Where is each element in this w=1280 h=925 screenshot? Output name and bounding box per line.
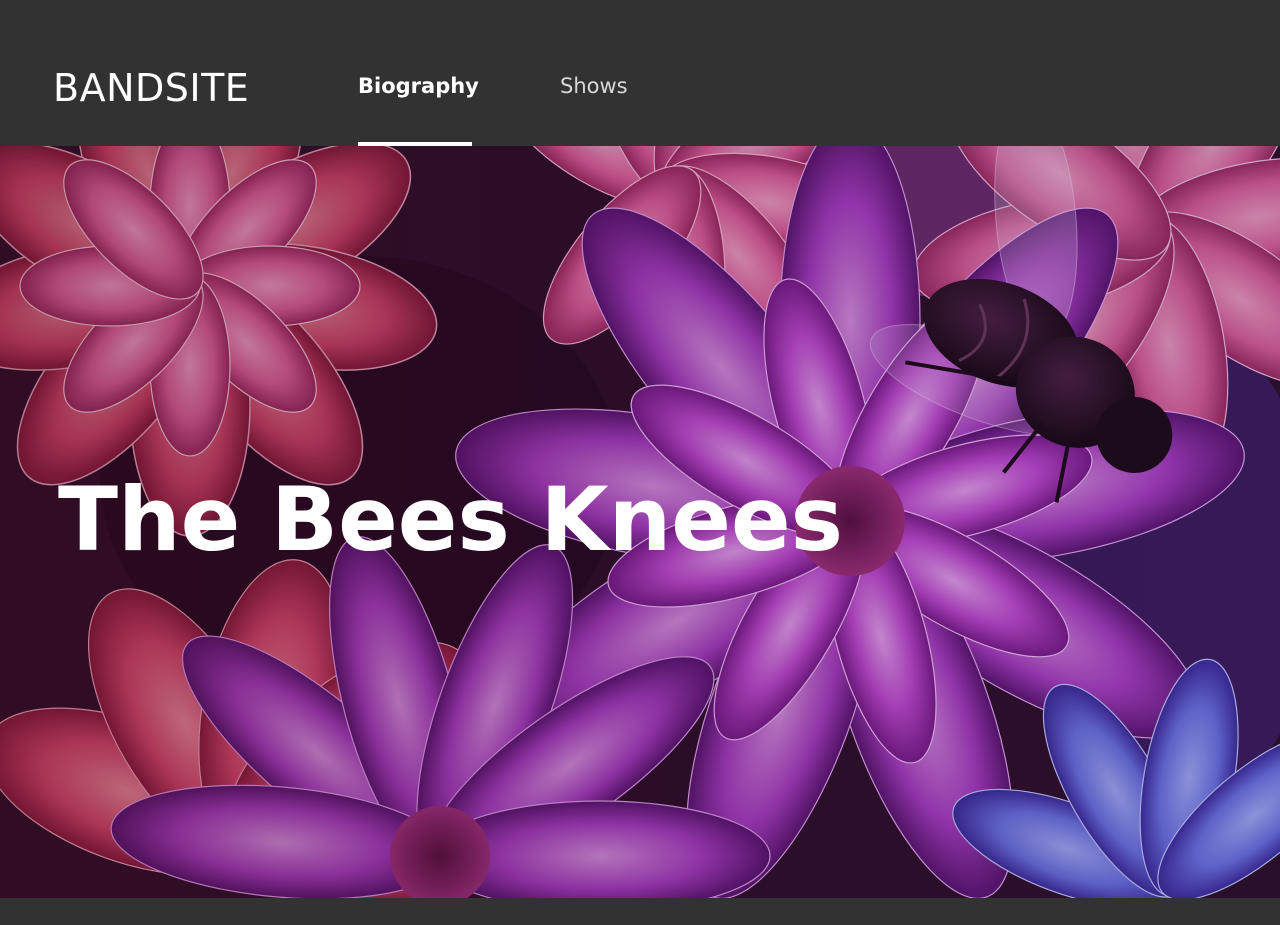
nav-item-biography[interactable]: Biography <box>358 0 479 146</box>
page: BANDSITE Biography Shows The Bees Knees <box>0 0 1280 925</box>
nav-item-label: Biography <box>358 74 479 98</box>
nav-item-label: Shows <box>560 74 628 98</box>
nav-item-shows[interactable]: Shows <box>560 0 628 146</box>
hero-title: The Bees Knees <box>58 468 844 571</box>
site-header: BANDSITE Biography Shows <box>0 0 1280 146</box>
site-logo[interactable]: BANDSITE <box>53 66 249 110</box>
bottom-bar <box>0 898 1280 925</box>
hero-section: The Bees Knees <box>0 146 1280 898</box>
